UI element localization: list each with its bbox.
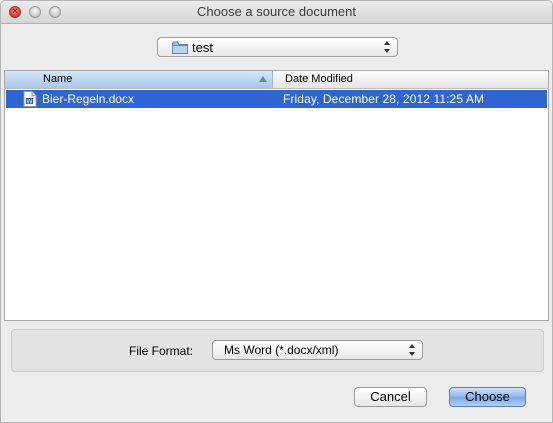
cancel-button[interactable]: Cancel <box>354 387 427 407</box>
window-title: Choose a source document <box>197 4 356 19</box>
file-name: Bier-Regeln.docx <box>42 92 135 106</box>
file-date-modified: Friday, December 28, 2012 11:25 AM <box>283 92 485 106</box>
file-row-selected[interactable]: W Bier-Regeln.docx Friday, December 28, … <box>6 90 547 108</box>
choose-document-dialog: × Choose a source document test Name Dat… <box>0 0 553 423</box>
docx-file-icon: W <box>23 91 37 107</box>
name-column-header[interactable]: Name <box>5 71 273 88</box>
date-column-label: Date Modified <box>285 73 353 85</box>
popup-arrows-icon <box>384 41 391 53</box>
file-format-popup[interactable]: Ms Word (*.docx/xml) <box>212 340 423 360</box>
date-modified-column-header[interactable]: Date Modified <box>273 71 550 88</box>
name-column-label: Name <box>43 73 73 85</box>
file-format-label: File Format: <box>129 344 194 358</box>
folder-name: test <box>192 40 213 55</box>
file-format-panel: File Format: Ms Word (*.docx/xml) <box>11 329 544 372</box>
popup-arrows-icon <box>409 344 416 356</box>
close-icon: × <box>12 6 18 17</box>
svg-text:W: W <box>27 98 33 105</box>
folder-icon <box>172 41 188 54</box>
folder-location-popup[interactable]: test <box>157 37 398 57</box>
column-header: Name Date Modified <box>5 71 548 89</box>
minimize-window-button[interactable] <box>29 6 41 18</box>
title-bar[interactable]: × Choose a source document <box>1 1 552 24</box>
close-window-button[interactable]: × <box>9 6 21 18</box>
zoom-window-button[interactable] <box>49 6 61 18</box>
choose-button[interactable]: Choose <box>449 387 526 407</box>
sort-ascending-icon <box>259 76 267 82</box>
file-format-value: Ms Word (*.docx/xml) <box>224 343 339 357</box>
file-list[interactable]: Name Date Modified W Bier-Regeln.docx Fr… <box>4 70 549 321</box>
